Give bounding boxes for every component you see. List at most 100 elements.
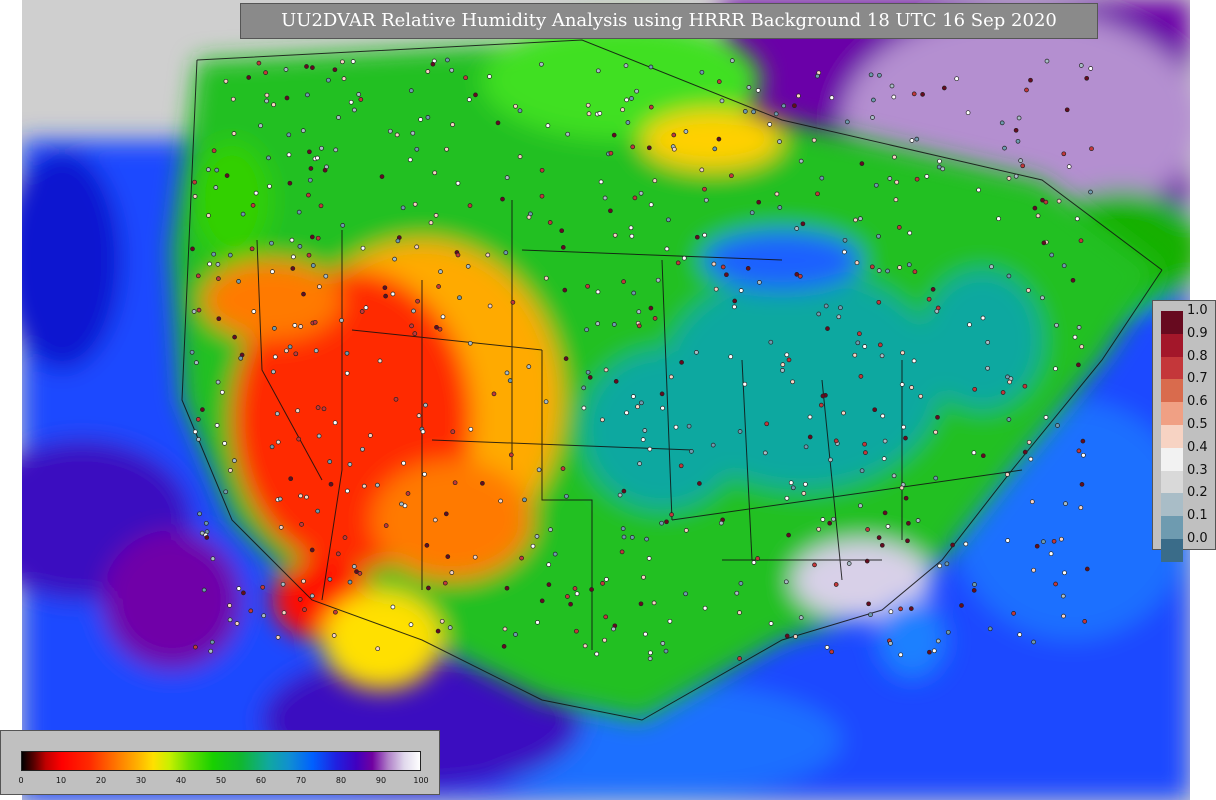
- station-dot: [671, 146, 677, 152]
- station-dot: [901, 424, 906, 430]
- station-dot: [862, 344, 868, 349]
- station-dot: [908, 606, 914, 611]
- station-dot: [944, 561, 950, 567]
- station-dot: [1048, 551, 1054, 557]
- station-dot: [222, 441, 227, 446]
- station-dot: [502, 626, 508, 632]
- station-dot: [807, 434, 813, 440]
- station-dot: [611, 322, 617, 327]
- station-dot: [755, 556, 760, 561]
- station-dot: [587, 375, 593, 380]
- station-dot: [673, 424, 679, 430]
- station-dot: [291, 254, 296, 260]
- station-dot: [1013, 173, 1019, 179]
- station-dot: [927, 649, 932, 655]
- station-dot: [738, 581, 744, 586]
- station-dot: [621, 279, 626, 284]
- station-dot: [564, 493, 569, 499]
- station-dot: [327, 576, 333, 582]
- station-dot: [651, 600, 657, 606]
- station-dot: [762, 450, 768, 456]
- station-dot: [211, 148, 217, 154]
- station-dot: [1084, 75, 1090, 81]
- station-dot: [594, 651, 600, 657]
- station-dot: [852, 352, 858, 358]
- ob-legend-label: 1.0: [1187, 303, 1208, 318]
- station-dot: [286, 152, 292, 158]
- station-dot: [595, 289, 601, 295]
- station-dot: [305, 92, 310, 98]
- station-dot: [1024, 87, 1029, 93]
- station-dot: [885, 524, 891, 529]
- station-dot: [803, 444, 809, 450]
- station-dot: [215, 262, 221, 267]
- station-dot: [445, 554, 451, 559]
- station-dot: [507, 378, 513, 383]
- station-dot: [868, 72, 874, 78]
- station-dot: [1078, 63, 1084, 68]
- station-dot: [818, 402, 824, 408]
- station-dot: [683, 591, 688, 597]
- station-dot: [900, 350, 905, 356]
- station-dot: [1078, 505, 1084, 511]
- station-dot: [820, 517, 826, 522]
- station-dot: [732, 304, 737, 310]
- station-dot: [888, 609, 894, 615]
- station-dot: [546, 562, 552, 567]
- station-dot: [751, 109, 756, 115]
- rh-colorbar-tick: 30: [135, 776, 147, 785]
- station-dot: [713, 286, 719, 292]
- station-dot: [586, 111, 592, 117]
- station-dot: [869, 264, 875, 270]
- station-dot: [418, 117, 423, 122]
- ob-legend-swatch: [1161, 379, 1183, 403]
- station-dot: [675, 260, 681, 266]
- station-dot: [341, 76, 347, 81]
- station-dot: [326, 77, 331, 83]
- station-dot: [275, 635, 281, 640]
- station-dot: [634, 88, 639, 94]
- station-dot: [1016, 115, 1022, 121]
- station-dot: [1043, 415, 1049, 420]
- station-dot: [911, 91, 917, 97]
- station-dot: [192, 429, 198, 435]
- station-dot: [339, 318, 344, 323]
- ob-legend-swatch: [1161, 356, 1183, 380]
- station-dot: [236, 279, 241, 284]
- station-dot: [344, 370, 350, 376]
- station-dot: [602, 195, 608, 201]
- station-dot: [347, 579, 353, 585]
- station-dot: [519, 555, 524, 561]
- station-dot: [893, 197, 899, 203]
- station-dot: [780, 368, 785, 373]
- station-dot: [313, 348, 319, 354]
- map-title: UU2DVAR Relative Humidity Analysis using…: [240, 3, 1098, 39]
- ob-legend-label: 0.9: [1187, 325, 1208, 341]
- station-dot: [628, 225, 634, 231]
- station-dot: [671, 132, 677, 138]
- station-dot: [240, 211, 246, 217]
- station-dot: [1053, 366, 1058, 372]
- station-dot: [882, 510, 888, 516]
- station-dot: [611, 132, 617, 138]
- station-dot: [963, 541, 969, 547]
- station-dot: [190, 246, 195, 252]
- station-dot: [1043, 199, 1049, 205]
- station-dot: [971, 450, 977, 456]
- station-dot: [907, 230, 913, 236]
- station-dot: [223, 78, 229, 84]
- station-dot: [624, 410, 629, 416]
- station-dot: [552, 551, 558, 557]
- station-dot: [301, 291, 306, 297]
- station-dot: [841, 410, 846, 416]
- station-dot: [987, 626, 993, 632]
- station-dot: [600, 581, 605, 586]
- station-dot: [598, 179, 604, 185]
- station-dot: [211, 251, 217, 257]
- station-dot: [228, 468, 233, 473]
- station-dot: [530, 543, 536, 549]
- station-dot: [1080, 438, 1086, 444]
- station-dot: [636, 323, 642, 329]
- station-dot: [382, 285, 388, 291]
- station-dot: [1061, 613, 1066, 619]
